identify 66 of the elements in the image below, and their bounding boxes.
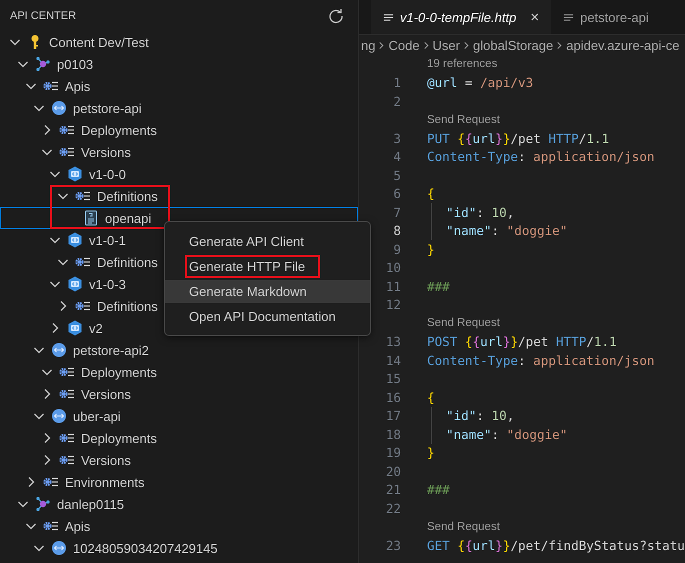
code-line: ### [427, 482, 450, 498]
line-number: 7 [392, 204, 402, 220]
tree-label: openapi [105, 210, 152, 226]
tree-label: 10248059034207429145 [73, 540, 218, 556]
code-line: "id": 10, [446, 408, 514, 424]
tree-label: danlep0115 [57, 496, 124, 512]
tree-label: Definitions [97, 188, 158, 204]
code-line: { [427, 390, 435, 405]
tree-label: p0103 [57, 56, 94, 72]
line-number: 2 [392, 94, 402, 109]
tree-label: v1-0-1 [89, 232, 126, 248]
tree-label: v1-0-0 [89, 166, 126, 182]
line-number: 14 [384, 352, 402, 368]
code-line: POST {{url}}/pet HTTP/1.1 [427, 334, 617, 350]
line-number: 1 [392, 75, 402, 90]
tree-label: Apis [65, 518, 90, 534]
tree-label: uber-api [73, 408, 121, 424]
line-number: 8 [392, 223, 402, 238]
code-line: "id": 10, [446, 204, 514, 220]
code-line: } [427, 242, 435, 257]
line-number: 18 [384, 426, 402, 442]
tree-label: Deployments [81, 364, 157, 380]
tree-label: Content Dev/Test [49, 34, 149, 50]
code-line: } [427, 445, 435, 460]
code-line: ### [427, 278, 450, 294]
code-line: @url = /api/v3 [427, 75, 534, 90]
line-number: 21 [384, 482, 402, 498]
tree-label: petstore-api [73, 100, 142, 116]
tree-label: petstore-api2 [73, 342, 149, 358]
line-number: 10 [384, 260, 402, 276]
line-number: 17 [384, 408, 402, 424]
panel-title: API CENTER [10, 10, 76, 22]
line-number: 4 [392, 149, 402, 164]
tree-label: v1-0-3 [89, 276, 126, 292]
line-number: 5 [392, 168, 402, 183]
code-line: { [427, 186, 435, 202]
tree-label: Definitions [97, 298, 158, 314]
tree-label: Versions [81, 452, 131, 468]
line-number: 13 [384, 334, 402, 350]
line-number: 23 [384, 538, 402, 553]
line-number: 15 [384, 371, 402, 386]
line-number: 9 [392, 242, 402, 257]
line-number: 6 [392, 186, 402, 202]
tree-label: Deployments [81, 122, 157, 138]
code-line: Content-Type: application/json [427, 352, 654, 368]
line-number: 11 [384, 278, 402, 294]
tree-label: Deployments [81, 430, 157, 446]
code-line: "name": "doggie" [446, 426, 568, 442]
line-number: 22 [384, 500, 402, 516]
line-number: 20 [384, 464, 402, 479]
code-line: "name": "doggie" [446, 223, 568, 238]
tab-label: petstore-api [580, 10, 649, 24]
line-number: 19 [384, 445, 402, 460]
tree-label: Environments [65, 474, 144, 490]
tree-label: Versions [81, 386, 131, 402]
tree-label: v2 [89, 320, 103, 336]
line-number: 16 [384, 390, 402, 405]
tree-label: Definitions [97, 254, 158, 270]
tab-label: v1-0-0-tempFile.http [400, 10, 516, 24]
code-line: PUT {{url}}/pet HTTP/1.1 [427, 130, 610, 146]
code-line: Content-Type: application/json [427, 149, 654, 164]
line-number: 12 [384, 297, 402, 312]
line-number: 3 [392, 130, 402, 146]
code-line: GET {{url}}/pet/findByStatus?statu [427, 538, 685, 553]
tree-label: Apis [65, 78, 90, 94]
tree-label: Versions [81, 144, 131, 160]
